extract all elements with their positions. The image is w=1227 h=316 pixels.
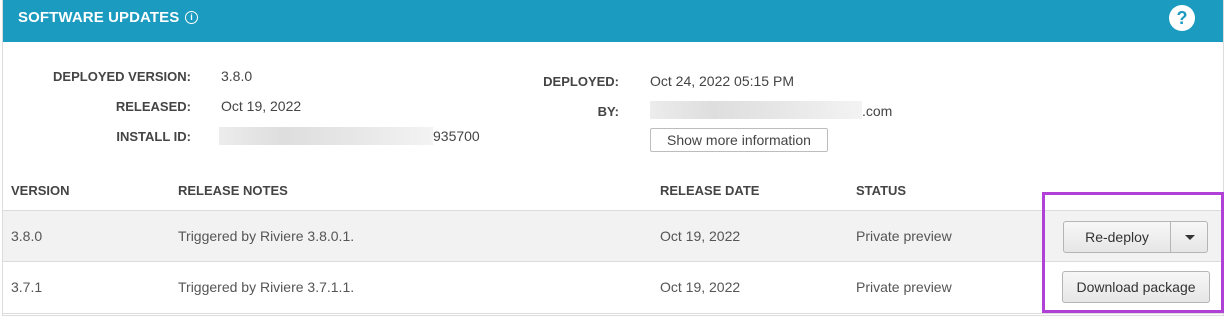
row-version: 3.8.0 <box>11 228 43 244</box>
by-label: BY: <box>597 104 619 119</box>
redeploy-dropdown-button[interactable] <box>1170 221 1208 253</box>
panel-header: SOFTWARE UPDATES i ? <box>3 0 1223 42</box>
row-status: Private preview <box>856 228 952 244</box>
row-release-date: Oct 19, 2022 <box>660 279 741 295</box>
column-header-status: STATUS <box>856 183 907 198</box>
deployed-value: Oct 24, 2022 05:15 PM <box>650 73 794 89</box>
software-updates-panel: SOFTWARE UPDATES i ? DEPLOYED VERSION: 3… <box>2 0 1224 316</box>
help-icon[interactable]: ? <box>1169 5 1195 31</box>
deployed-label: DEPLOYED: <box>543 74 619 89</box>
row-release-notes: Triggered by Riviere 3.7.1.1. <box>178 279 355 295</box>
column-header-release-date: RELEASE DATE <box>660 183 760 198</box>
column-header-version: VERSION <box>11 183 70 198</box>
table-row: 3.7.1 Triggered by Riviere 3.7.1.1. Oct … <box>3 261 1223 314</box>
deployed-version-label: DEPLOYED VERSION: <box>53 69 191 84</box>
chevron-down-icon <box>1185 235 1195 240</box>
row-release-date: Oct 19, 2022 <box>660 228 741 244</box>
deployed-version-value: 3.8.0 <box>221 68 253 84</box>
by-suffix: .com <box>862 103 893 119</box>
show-more-information-button[interactable]: Show more information <box>650 128 828 152</box>
released-label: RELEASED: <box>115 99 191 114</box>
install-id-redacted <box>219 127 433 145</box>
row-version: 3.7.1 <box>11 279 43 295</box>
redeploy-button[interactable]: Re-deploy <box>1063 221 1171 253</box>
download-package-button[interactable]: Download package <box>1062 271 1210 303</box>
install-id-suffix: 935700 <box>433 128 480 144</box>
panel-title: SOFTWARE UPDATES <box>18 9 180 26</box>
by-redacted <box>650 101 862 119</box>
table-row: 3.8.0 Triggered by Riviere 3.8.0.1. Oct … <box>3 210 1223 262</box>
install-id-label: INSTALL ID: <box>116 129 191 144</box>
info-icon[interactable]: i <box>185 11 198 24</box>
released-value: Oct 19, 2022 <box>221 98 302 114</box>
column-header-release-notes: RELEASE NOTES <box>178 183 288 198</box>
row-release-notes: Triggered by Riviere 3.8.0.1. <box>178 228 355 244</box>
row-status: Private preview <box>856 279 952 295</box>
